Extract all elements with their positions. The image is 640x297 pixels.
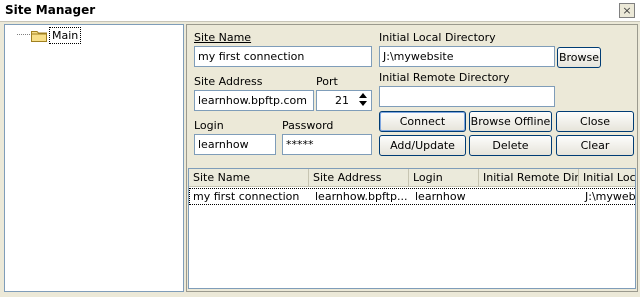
- login-input[interactable]: learnhow: [194, 134, 276, 155]
- browse-offline-button[interactable]: Browse Offline: [469, 111, 552, 132]
- password-input[interactable]: *****: [282, 134, 372, 155]
- local-dir-label: Initial Local Directory: [379, 31, 496, 44]
- port-label: Port: [316, 75, 338, 88]
- clear-button[interactable]: Clear: [556, 135, 634, 156]
- site-name-input[interactable]: my first connection: [194, 46, 372, 67]
- cell-login: learnhow: [415, 190, 466, 203]
- cell-remote-dir: [482, 190, 578, 204]
- close-button[interactable]: Close: [556, 111, 634, 132]
- chevron-down-icon[interactable]: [359, 101, 367, 106]
- password-label: Password: [282, 119, 334, 132]
- tree-item-main[interactable]: Main: [49, 27, 82, 44]
- remote-dir-input[interactable]: [379, 86, 555, 107]
- table-row[interactable]: my first connection learnhow.bpftp... le…: [189, 188, 636, 205]
- folder-icon: [31, 31, 47, 42]
- column-header-local-dir[interactable]: Initial Loca: [579, 169, 635, 187]
- add-update-button[interactable]: Add/Update: [379, 135, 466, 156]
- delete-button[interactable]: Delete: [469, 135, 552, 156]
- column-header-login[interactable]: Login: [409, 169, 479, 187]
- browse-button[interactable]: Browse: [557, 47, 601, 68]
- close-window-button[interactable]: ×: [619, 3, 635, 18]
- cell-site-address: learnhow.bpftp...: [315, 190, 408, 203]
- site-tree[interactable]: Main: [4, 24, 184, 292]
- site-address-label: Site Address: [194, 75, 263, 88]
- title-bar: Site Manager ×: [0, 0, 640, 22]
- sites-table[interactable]: Site Name Site Address Login Initial Rem…: [188, 168, 636, 289]
- table-header: Site Name Site Address Login Initial Rem…: [189, 169, 635, 187]
- column-header-site-address[interactable]: Site Address: [309, 169, 409, 187]
- cell-local-dir: J:\mywebsi: [585, 190, 636, 203]
- chevron-up-icon[interactable]: [359, 93, 367, 98]
- local-dir-input[interactable]: J:\mywebsite: [379, 46, 555, 67]
- cell-site-name: my first connection: [193, 190, 300, 203]
- tree-connector-line: [17, 34, 32, 35]
- login-label: Login: [194, 119, 224, 132]
- column-header-remote-dir[interactable]: Initial Remote Dir: [479, 169, 579, 187]
- site-address-input[interactable]: learnhow.bpftp.com: [194, 90, 314, 111]
- column-header-site-name[interactable]: Site Name: [189, 169, 309, 187]
- connect-button[interactable]: Connect: [379, 111, 466, 132]
- window-title: Site Manager: [5, 3, 96, 17]
- port-stepper[interactable]: [356, 90, 371, 110]
- site-name-label: Site Name: [194, 31, 251, 44]
- site-name-label-text: Site Name: [194, 31, 252, 44]
- remote-dir-label: Initial Remote Directory: [379, 71, 510, 84]
